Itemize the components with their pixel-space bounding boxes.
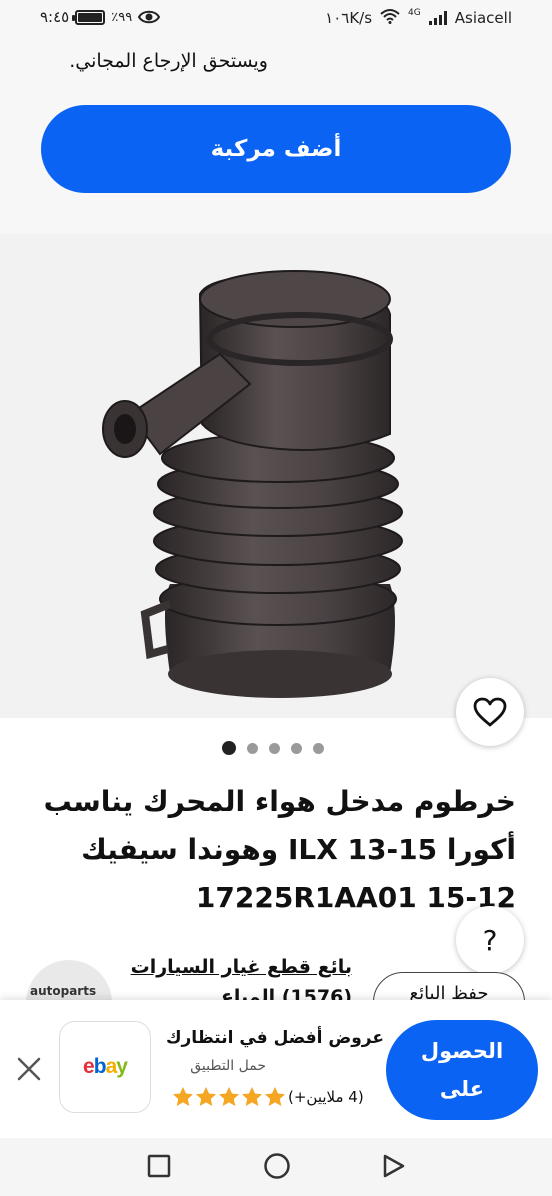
close-icon[interactable] <box>14 1054 44 1084</box>
battery-icon <box>72 9 106 25</box>
product-title: خرطوم مدخل هواء المحرك يناسب أكورا ILX 1… <box>43 785 516 914</box>
carrier-name: Asiacell <box>454 9 512 27</box>
banner-title: عروض أفضل في انتظارك <box>165 1028 384 1048</box>
pagination-dot[interactable] <box>247 742 258 754</box>
network-type: 4G <box>408 8 421 18</box>
status-bar: ٩:٤٥ ٪٩٩ ١٠٦K/s 4G Asiacell <box>0 0 552 36</box>
network-speed: ١٠٦K/s <box>325 9 373 27</box>
add-vehicle-button[interactable]: أضف مركبة <box>41 105 511 193</box>
pagination-dot[interactable] <box>313 742 324 754</box>
seller-sold-count: (1576) المباع <box>220 986 352 1000</box>
product-gallery[interactable] <box>0 234 552 718</box>
star-icon <box>173 1087 193 1106</box>
get-app-button[interactable]: الحصول على <box>386 1020 538 1120</box>
favorite-button[interactable] <box>456 678 524 746</box>
system-nav-bar <box>0 1138 552 1196</box>
recents-square-icon[interactable] <box>147 1154 171 1178</box>
wifi-icon <box>380 8 400 28</box>
home-circle-icon[interactable] <box>263 1152 291 1180</box>
star-icon <box>196 1087 216 1106</box>
save-seller-button[interactable]: حفظ البائع <box>373 972 525 1000</box>
seller-logo-text: autoparts <box>30 984 97 998</box>
rating-stars <box>172 1086 286 1107</box>
pagination-dot-active[interactable] <box>222 741 236 755</box>
vehicle-fit-section: ويستحق الإرجاع المجاني. أضف مركبة <box>0 36 552 234</box>
ebay-logo: ebay <box>83 1055 128 1078</box>
question-mark-icon: ? <box>482 923 498 957</box>
star-icon <box>265 1087 285 1106</box>
star-icon <box>242 1087 262 1106</box>
signal-icon <box>428 11 447 25</box>
status-right: ١٠٦K/s 4G Asiacell <box>325 8 512 28</box>
seller-name-link[interactable]: بائع قطع غيار السيارات <box>131 956 352 978</box>
pagination-dot[interactable] <box>291 742 302 754</box>
free-return-text: ويستحق الإرجاع المجاني. <box>69 50 268 72</box>
status-left: ٩:٤٥ ٪٩٩ <box>40 8 161 26</box>
back-triangle-icon[interactable] <box>381 1154 405 1178</box>
pagination-dot[interactable] <box>269 742 280 754</box>
product-image <box>102 270 403 698</box>
star-icon <box>219 1087 239 1106</box>
banner-subtitle: حمل التطبيق <box>190 1058 266 1074</box>
rating-count: (4 ملايين+) <box>288 1088 364 1106</box>
battery-percent: ٪٩٩ <box>111 9 133 25</box>
gallery-pagination[interactable] <box>222 741 324 755</box>
heart-icon <box>473 697 507 727</box>
seller-section: autoparts بائع قطع غيار السيارات (1576) … <box>0 956 552 1000</box>
app-icon[interactable]: ebay <box>59 1021 151 1113</box>
eye-icon <box>138 10 161 24</box>
app-install-banner: ebay عروض أفضل في انتظارك حمل التطبيق (4… <box>0 1000 552 1138</box>
status-time: ٩:٤٥ <box>40 8 70 26</box>
